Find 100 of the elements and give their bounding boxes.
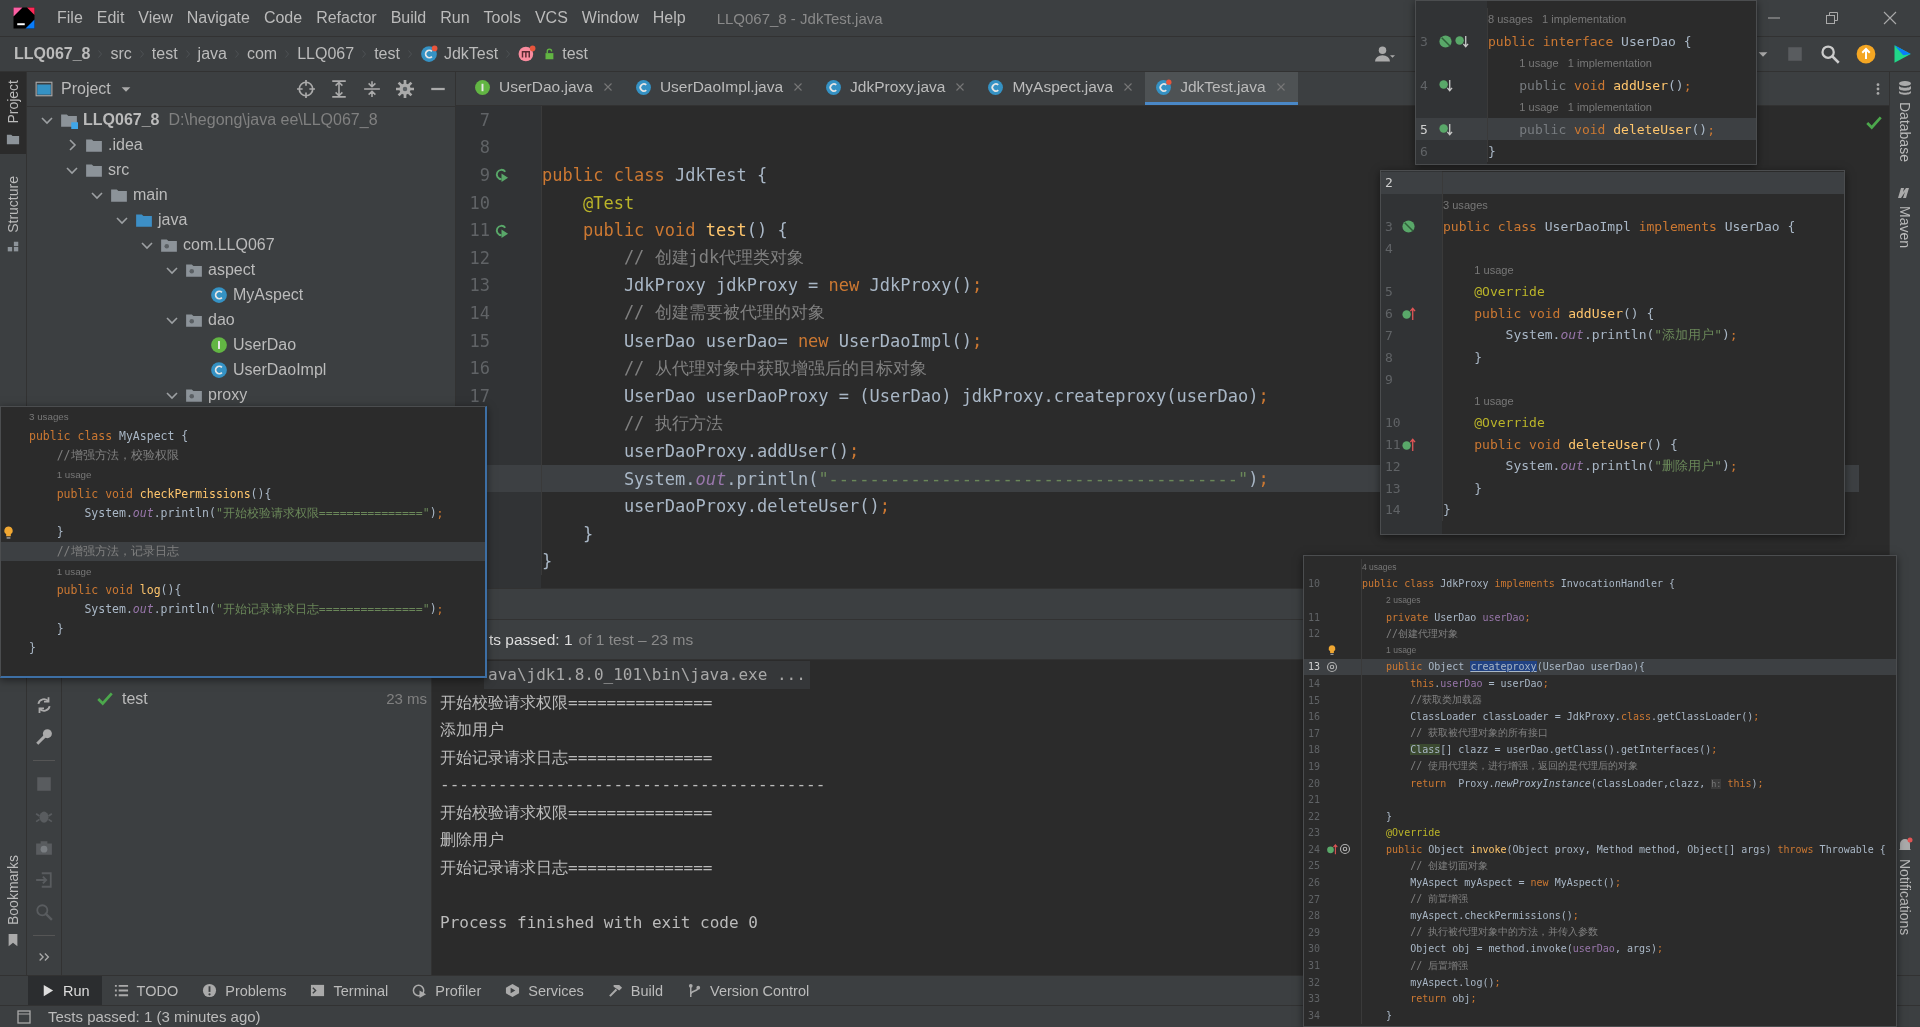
tool-window-button[interactable]: Version Control: [675, 976, 822, 1005]
tree-item[interactable]: dao: [208, 310, 235, 329]
tree-item[interactable]: proxy: [208, 385, 248, 404]
menu-item[interactable]: Edit: [89, 5, 132, 31]
override-arrow-icon[interactable]: [1326, 843, 1338, 856]
breadcrumb-item[interactable]: test: [151, 45, 178, 63]
camera-icon[interactable]: [35, 839, 53, 857]
line-number: 33: [1308, 993, 1321, 1005]
restore-icon[interactable]: [1824, 10, 1840, 26]
implementation-arrow-icon[interactable]: [1438, 121, 1453, 137]
lightbulb-icon[interactable]: [1, 524, 16, 540]
menu-item[interactable]: Code: [256, 5, 310, 31]
update-icon[interactable]: [1856, 44, 1876, 64]
tree-item[interactable]: src: [108, 160, 130, 179]
close-icon[interactable]: [1882, 10, 1898, 26]
breadcrumb-item[interactable]: test: [562, 45, 588, 63]
tool-window-tab[interactable]: Notifications: [1897, 836, 1913, 935]
usage-hint[interactable]: 8 usages 1 implementation: [1488, 13, 1627, 25]
breadcrumb-item[interactable]: src: [110, 45, 132, 63]
tree-item[interactable]: main: [133, 185, 168, 204]
code-line: @Override: [1386, 827, 1441, 839]
tree-item[interactable]: aspect: [208, 260, 256, 279]
rerun-icon[interactable]: [35, 696, 53, 714]
override-arrow-icon[interactable]: [1401, 436, 1416, 452]
tool-window-tab[interactable]: Bookmarks: [0, 846, 26, 955]
menu-item[interactable]: Tools: [476, 5, 528, 31]
expand-all-icon[interactable]: [330, 80, 348, 98]
wrench-icon[interactable]: [35, 728, 53, 746]
usage-hint[interactable]: 1 usage: [1386, 645, 1417, 656]
tool-window-button[interactable]: Problems: [190, 976, 299, 1005]
leaf-icon[interactable]: [1401, 219, 1416, 234]
breadcrumb-item[interactable]: test: [374, 45, 400, 63]
plugin-logo-icon[interactable]: [1892, 44, 1912, 64]
tool-window-button[interactable]: TODO: [101, 976, 191, 1005]
usage-hint[interactable]: 3 usages: [29, 411, 69, 423]
tree-item[interactable]: com.LLQ067: [183, 235, 275, 254]
tool-window-button[interactable]: Run: [28, 976, 102, 1005]
menu-item[interactable]: Navigate: [179, 5, 257, 31]
editor-tab[interactable]: UserDaoImpl.java: [624, 72, 816, 105]
at-icon[interactable]: [1326, 660, 1338, 673]
run-icon[interactable]: [494, 167, 509, 183]
tool-window-tab[interactable]: Project: [0, 72, 26, 154]
tree-item[interactable]: LLQ067_8: [83, 110, 160, 129]
breadcrumb-item[interactable]: LLQ067: [297, 45, 355, 63]
run-icon[interactable]: [494, 222, 509, 238]
tool-window-tab[interactable]: Database: [1897, 80, 1913, 162]
usage-hint[interactable]: 1 usage: [56, 469, 92, 481]
usage-hint[interactable]: 1 usage 1 implementation: [1519, 57, 1652, 69]
class-icon: [210, 285, 228, 304]
menu-item[interactable]: Help: [645, 5, 693, 31]
usage-hint[interactable]: 2 usages: [1386, 595, 1421, 606]
menu-item[interactable]: VCS: [527, 5, 575, 31]
at-icon[interactable]: [1339, 843, 1351, 856]
menu-item[interactable]: Refactor: [309, 5, 384, 31]
menu-item[interactable]: Run: [433, 5, 477, 31]
implementation-arrow-icon[interactable]: [1438, 77, 1453, 93]
tool-window-tab[interactable]: Structure: [0, 167, 26, 263]
collapse-all-icon[interactable]: [363, 80, 381, 98]
usage-hint[interactable]: 1 usage: [56, 565, 92, 577]
settings-icon[interactable]: [396, 80, 414, 98]
test-item[interactable]: test: [122, 689, 148, 708]
breadcrumb-item[interactable]: JdkTest: [443, 45, 499, 63]
usage-hint[interactable]: 4 usages: [1362, 562, 1397, 573]
more-tools-icon[interactable]: [37, 950, 51, 964]
editor-tab[interactable]: MyAspect.java: [977, 72, 1146, 105]
breadcrumb-item[interactable]: java: [197, 45, 227, 63]
tree-item[interactable]: UserDaoImpl: [233, 360, 327, 379]
implementation-arrow-icon[interactable]: [1454, 33, 1469, 49]
line-number: 28: [1308, 910, 1321, 922]
menu-item[interactable]: Build: [383, 5, 434, 31]
tree-item[interactable]: .idea: [108, 135, 143, 154]
editor-tab[interactable]: JdkTest.java: [1145, 72, 1298, 105]
tree-item[interactable]: java: [158, 210, 188, 229]
usage-hint[interactable]: 1 usage 1 implementation: [1519, 101, 1652, 113]
code-line: ClassLoader classLoader = JdkProxy.class.getClassLoader();: [1410, 711, 1760, 723]
tool-window-tab[interactable]: Maven: [1897, 183, 1913, 248]
usage-hint[interactable]: 1 usage: [1474, 394, 1514, 407]
tool-window-button[interactable]: Build: [595, 976, 676, 1005]
usage-hint[interactable]: 3 usages: [1443, 198, 1488, 211]
usage-hint[interactable]: 1 usage: [1474, 264, 1514, 277]
breadcrumb-item[interactable]: com: [246, 45, 278, 63]
tree-item[interactable]: MyAspect: [233, 285, 304, 304]
locate-icon[interactable]: [297, 80, 315, 98]
leaf-icon[interactable]: [1438, 33, 1453, 49]
tree-item[interactable]: UserDao: [233, 335, 297, 354]
project-view-dropdown[interactable]: Project: [35, 80, 133, 98]
app-logo-icon[interactable]: [12, 6, 36, 30]
editor-tab[interactable]: JdkProxy.java: [815, 72, 978, 105]
search-icon[interactable]: [1820, 44, 1840, 64]
tool-window-button[interactable]: Profiler: [400, 976, 494, 1005]
lightbulb-icon[interactable]: [1326, 644, 1338, 657]
breadcrumb-item[interactable]: LLQ067_8: [14, 45, 91, 63]
window-icon[interactable]: [16, 1008, 32, 1025]
menu-item[interactable]: Window: [574, 5, 646, 31]
tool-window-button[interactable]: Services: [493, 976, 596, 1005]
tool-window-button[interactable]: Terminal: [298, 976, 401, 1005]
editor-tab[interactable]: UserDao.java: [464, 72, 625, 105]
menu-item[interactable]: View: [131, 5, 180, 31]
override-arrow-icon[interactable]: [1401, 306, 1416, 322]
menu-item[interactable]: File: [50, 5, 90, 31]
